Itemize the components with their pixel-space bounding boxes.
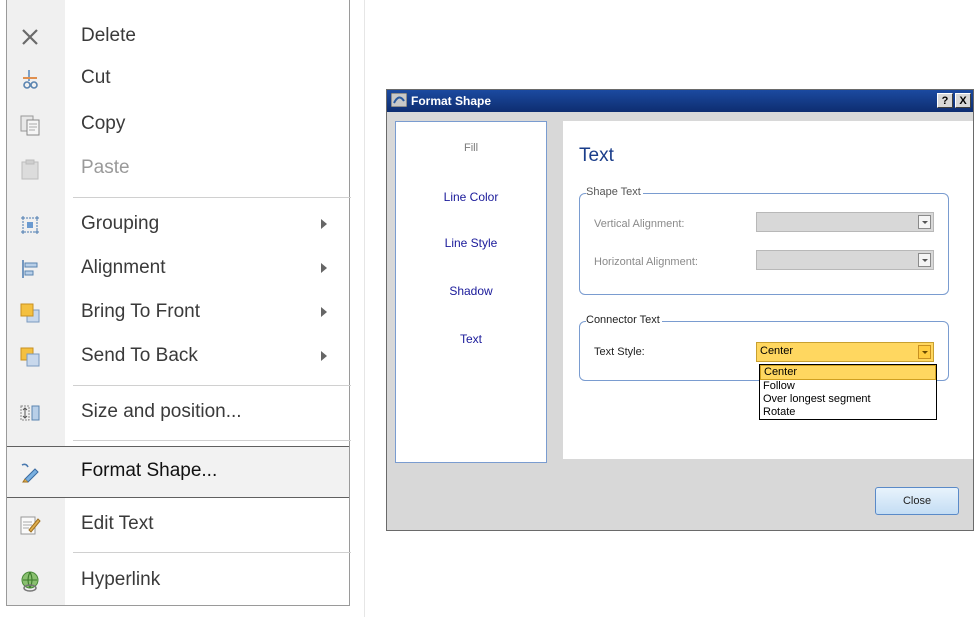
submenu-arrow-icon (321, 307, 327, 317)
panel-divider (364, 0, 365, 617)
nav-item-text[interactable]: Text (396, 332, 546, 346)
vertical-alignment-dropdown[interactable] (756, 212, 934, 232)
menu-item-grouping[interactable]: Grouping (7, 204, 349, 244)
copy-icon (20, 115, 40, 136)
nav-item-shadow[interactable]: Shadow (396, 284, 546, 298)
menu-item-label: Edit Text (81, 513, 154, 534)
dialog-titlebar[interactable]: Format Shape ? X (387, 90, 973, 112)
menu-item-label: Alignment (81, 257, 166, 278)
cut-icon (23, 70, 38, 89)
vertical-alignment-label: Vertical Alignment: (594, 218, 685, 230)
menu-item-label: Send To Back (81, 345, 198, 366)
text-style-value: Center (760, 345, 794, 357)
group-title: Connector Text (586, 314, 662, 326)
nav-item-line-color[interactable]: Line Color (396, 190, 546, 204)
menu-item-alignment[interactable]: Alignment (7, 248, 349, 288)
menu-item-paste[interactable]: Paste (7, 148, 349, 188)
chevron-down-icon[interactable] (918, 215, 931, 229)
nav-item-line-style[interactable]: Line Style (396, 236, 546, 250)
horizontal-alignment-label: Horizontal Alignment: (594, 256, 698, 268)
text-style-label: Text Style: (594, 346, 645, 358)
menu-item-format-shape[interactable]: Format Shape... (7, 446, 349, 498)
close-button[interactable]: Close (875, 487, 959, 515)
menu-item-label: Size and position... (81, 401, 242, 422)
close-icon[interactable]: X (955, 93, 971, 108)
menu-item-label: Hyperlink (81, 569, 161, 590)
menu-item-size-and-position[interactable]: Size and position... (7, 392, 349, 432)
size-position-icon (20, 405, 40, 421)
paste-icon (21, 159, 39, 180)
delete-icon (22, 29, 38, 45)
menu-item-delete[interactable]: Delete (7, 16, 349, 56)
alignment-icon (22, 260, 38, 278)
dropdown-option-rotate[interactable]: Rotate (760, 406, 936, 419)
edit-text-icon (20, 516, 41, 535)
dialog-app-icon (391, 93, 407, 107)
submenu-arrow-icon (321, 219, 327, 229)
format-content-panel: Text Shape Text Vertical Alignment: Hori… (563, 121, 973, 459)
menu-item-label: Cut (81, 67, 111, 88)
hyperlink-icon (21, 571, 39, 592)
nav-item-fill[interactable]: Fill (396, 142, 546, 154)
submenu-arrow-icon (321, 263, 327, 273)
grouping-icon (21, 216, 39, 234)
chevron-down-icon[interactable] (918, 253, 931, 267)
menu-item-bring-to-front[interactable]: Bring To Front (7, 292, 349, 332)
dropdown-option-follow[interactable]: Follow (760, 380, 936, 393)
chevron-down-icon[interactable] (918, 345, 931, 359)
dropdown-option-over-longest-segment[interactable]: Over longest segment (760, 393, 936, 406)
submenu-arrow-icon (321, 351, 327, 361)
format-shape-dialog: Format Shape ? X Fill Line Color Line St… (386, 89, 974, 531)
menu-item-hyperlink[interactable]: Hyperlink (7, 560, 349, 600)
text-style-dropdown[interactable]: Center (756, 342, 934, 362)
bring-to-front-icon (20, 303, 40, 323)
menu-item-label: Format Shape... (81, 460, 218, 481)
dropdown-option-center[interactable]: Center (760, 365, 936, 380)
shape-text-group: Shape Text Vertical Alignment: Horizonta… (579, 186, 949, 295)
send-to-back-icon (20, 347, 40, 367)
horizontal-alignment-dropdown[interactable] (756, 250, 934, 270)
dialog-title: Format Shape (411, 94, 492, 108)
menu-item-label: Delete (81, 25, 136, 46)
menu-item-label: Paste (81, 157, 130, 178)
menu-item-label: Grouping (81, 213, 160, 234)
menu-separator (73, 385, 351, 386)
format-nav-panel: Fill Line Color Line Style Shadow Text (395, 121, 547, 463)
group-title: Shape Text (586, 186, 643, 198)
menu-separator (73, 552, 351, 553)
menu-separator (73, 440, 351, 441)
menu-item-label: Bring To Front (81, 301, 200, 322)
menu-item-cut[interactable]: Cut (7, 58, 349, 98)
menu-item-edit-text[interactable]: Edit Text (7, 504, 349, 544)
text-style-options-list: Center Follow Over longest segment Rotat… (759, 364, 937, 420)
menu-item-copy[interactable]: Copy (7, 104, 349, 144)
menu-separator (73, 197, 351, 198)
menu-item-send-to-back[interactable]: Send To Back (7, 336, 349, 376)
format-shape-icon (21, 463, 39, 483)
help-button[interactable]: ? (937, 93, 953, 108)
section-heading: Text (579, 145, 614, 166)
menu-item-label: Copy (81, 113, 126, 134)
context-menu: Delete Cut Copy Paste Grouping Alignment… (6, 0, 351, 606)
